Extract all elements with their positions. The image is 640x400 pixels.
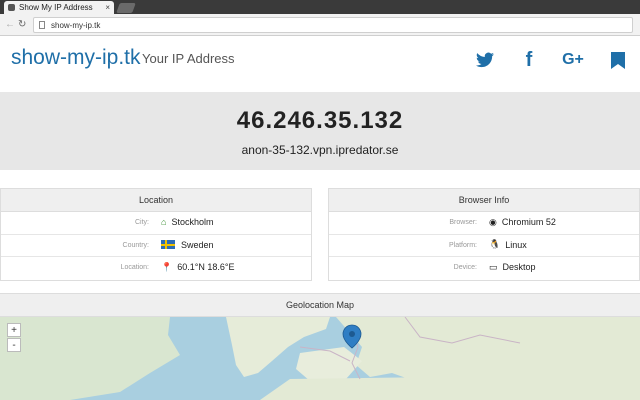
address-bar[interactable]: show-my-ip.tk: [33, 17, 633, 33]
browser-info-panel: Browser Info Browser: ◉ Chromium 52 Plat…: [328, 188, 640, 281]
facebook-icon[interactable]: f: [517, 49, 541, 71]
desktop-icon: ▭: [489, 261, 498, 272]
home-icon: ⌂: [161, 216, 167, 227]
browser-info-panel-title: Browser Info: [329, 189, 639, 212]
zoom-out-button[interactable]: -: [7, 338, 21, 352]
geolocation-map-title: Geolocation Map: [0, 293, 640, 317]
map-canvas[interactable]: [0, 317, 640, 400]
browser-value: Chromium 52: [501, 217, 556, 227]
country-label: Country:: [122, 241, 149, 249]
browser-row: Browser: ◉ Chromium 52: [329, 212, 639, 235]
geolocation-map[interactable]: + -: [0, 317, 640, 400]
country-value: Sweden: [181, 239, 214, 250]
back-icon[interactable]: ←: [5, 19, 15, 30]
bookmark-icon[interactable]: [606, 49, 630, 71]
site-header: show-my-ip.tk Your IP Address f G+: [0, 36, 640, 92]
platform-value: Linux: [505, 239, 527, 250]
site-favicon-icon: [8, 4, 15, 11]
close-tab-icon[interactable]: ×: [105, 3, 110, 12]
ip-address: 46.246.35.132: [236, 107, 404, 134]
ip-hero: 46.246.35.132 anon-35-132.vpn.ipredator.…: [0, 92, 640, 170]
site-tagline: Your IP Address: [142, 51, 235, 66]
zoom-in-button[interactable]: +: [7, 323, 21, 337]
hostname: anon-35-132.vpn.ipredator.se: [241, 143, 399, 157]
city-value: Stockholm: [171, 217, 214, 227]
browser-label: Browser:: [449, 219, 477, 226]
twitter-icon[interactable]: [473, 49, 497, 71]
sweden-flag-icon: [161, 240, 175, 249]
url-text: show-my-ip.tk: [51, 20, 101, 30]
tab-title: Show My IP Address: [19, 3, 93, 12]
new-tab-button[interactable]: [116, 3, 136, 13]
google-plus-icon[interactable]: G+: [561, 49, 585, 71]
pin-icon: 📍: [161, 261, 173, 272]
location-panel: Location City: ⌂ Stockholm Country: Swed…: [0, 188, 312, 281]
location-panel-title: Location: [1, 189, 311, 212]
platform-row: Platform: 🐧 Linux: [329, 235, 639, 257]
reload-icon[interactable]: ↻: [18, 19, 26, 30]
coordinates-label: Location:: [120, 264, 149, 271]
platform-label: Platform:: [448, 241, 477, 249]
location-row-coordinates: Location: 📍 60.1°N 18.6°E: [1, 257, 311, 280]
site-brand-link[interactable]: show-my-ip.tk: [11, 46, 141, 70]
location-row-country: Country: Sweden: [1, 235, 311, 257]
browser-tab[interactable]: Show My IP Address ×: [4, 1, 114, 14]
device-value: Desktop: [502, 262, 536, 272]
browser-toolbar: ← ↻ show-my-ip.tk: [0, 14, 640, 36]
location-row-city: City: ⌂ Stockholm: [1, 212, 311, 235]
device-label: Device:: [453, 264, 477, 271]
chromium-icon: ◉: [489, 216, 497, 227]
coordinates-value: 60.1°N 18.6°E: [177, 262, 235, 272]
page-icon: [39, 21, 45, 29]
device-row: Device: ▭ Desktop: [329, 257, 639, 280]
browser-tab-strip: Show My IP Address ×: [0, 0, 640, 14]
city-label: City:: [135, 219, 149, 226]
linux-icon: 🐧: [489, 239, 501, 249]
